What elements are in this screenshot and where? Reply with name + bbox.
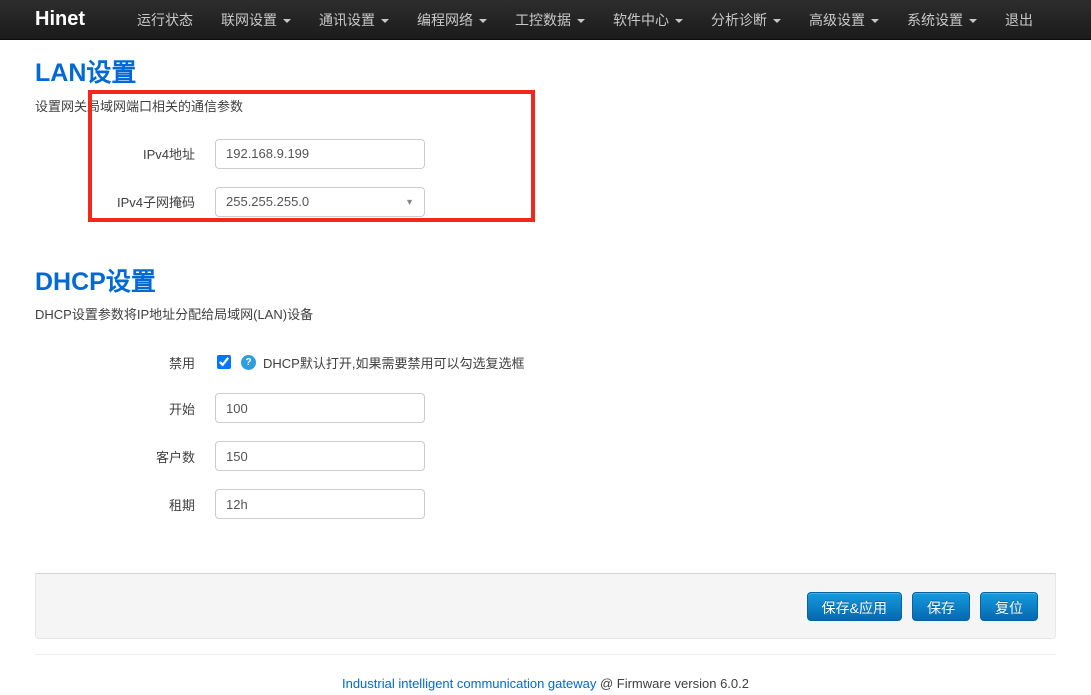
dhcp-section-title: DHCP设置	[35, 269, 1056, 297]
lan-settings-section: LAN设置 设置网关局域网端口相关的通信参数 IPv4地址 IPv4子网掩码 2…	[35, 60, 1056, 217]
dhcp-limit-row: 客户数	[35, 441, 1056, 471]
chevron-down-icon	[381, 19, 389, 23]
nav-item-label: 软件中心	[613, 10, 669, 30]
nav-item-label: 高级设置	[809, 10, 865, 30]
dhcp-disable-help-text: DHCP默认打开,如果需要禁用可以勾选复选框	[263, 353, 524, 372]
nav-menu: 运行状态 联网设置 通讯设置 编程网络 工控数据 软件中心 分析诊断 高级设置	[123, 0, 1047, 40]
nav-item-software-center[interactable]: 软件中心	[599, 0, 697, 40]
dhcp-lease-label: 租期	[35, 495, 215, 514]
chevron-down-icon	[283, 19, 291, 23]
reset-button[interactable]: 复位	[980, 592, 1038, 621]
dhcp-start-input[interactable]	[215, 393, 425, 423]
nav-item-label: 系统设置	[907, 10, 963, 30]
chevron-down-icon	[479, 19, 487, 23]
dhcp-disable-row: 禁用 ? DHCP默认打开,如果需要禁用可以勾选复选框	[35, 347, 1056, 377]
brand-logo[interactable]: Hinet	[35, 8, 85, 31]
dhcp-lease-row: 租期	[35, 489, 1056, 519]
lan-section-title: LAN设置	[35, 60, 1056, 88]
lan-section-subtitle: 设置网关局域网端口相关的通信参数	[35, 96, 1056, 115]
help-icon: ?	[241, 355, 256, 370]
nav-item-label: 联网设置	[221, 10, 277, 30]
dhcp-settings-section: DHCP设置 DHCP设置参数将IP地址分配给局域网(LAN)设备 禁用 ? D…	[35, 269, 1056, 520]
top-navbar: Hinet 运行状态 联网设置 通讯设置 编程网络 工控数据 软件中心 分析诊断	[0, 0, 1091, 40]
save-apply-button[interactable]: 保存&应用	[807, 592, 902, 621]
nav-item-analysis-diagnosis[interactable]: 分析诊断	[697, 0, 795, 40]
dhcp-limit-input[interactable]	[215, 441, 425, 471]
dhcp-section-subtitle: DHCP设置参数将IP地址分配给局域网(LAN)设备	[35, 304, 1056, 323]
chevron-down-icon	[871, 19, 879, 23]
gateway-footer-link[interactable]: Industrial intelligent communication gat…	[342, 676, 596, 691]
ipv4-netmask-selected-value: 255.255.255.0	[226, 194, 309, 209]
dhcp-disable-checkbox[interactable]	[217, 355, 231, 369]
nav-item-system-settings[interactable]: 系统设置	[893, 0, 991, 40]
nav-item-advanced-settings[interactable]: 高级设置	[795, 0, 893, 40]
nav-item-label: 运行状态	[137, 10, 193, 30]
firmware-version-text: @ Firmware version 6.0.2	[600, 676, 749, 691]
nav-item-industrial-data[interactable]: 工控数据	[501, 0, 599, 40]
dhcp-lease-input[interactable]	[215, 489, 425, 519]
main-content: LAN设置 设置网关局域网端口相关的通信参数 IPv4地址 IPv4子网掩码 2…	[0, 40, 1091, 519]
nav-item-comm-settings[interactable]: 通讯设置	[305, 0, 403, 40]
nav-item-label: 通讯设置	[319, 10, 375, 30]
dhcp-disable-label: 禁用	[35, 353, 215, 372]
chevron-down-icon	[773, 19, 781, 23]
footer-divider	[35, 654, 1056, 655]
nav-item-programming-network[interactable]: 编程网络	[403, 0, 501, 40]
nav-item-network-settings[interactable]: 联网设置	[207, 0, 305, 40]
dhcp-form: 禁用 ? DHCP默认打开,如果需要禁用可以勾选复选框 开始 客户数 租期	[35, 347, 1056, 519]
nav-item-run-status[interactable]: 运行状态	[123, 0, 207, 40]
chevron-down-icon	[577, 19, 585, 23]
dhcp-start-row: 开始	[35, 393, 1056, 423]
nav-item-label: 退出	[1005, 10, 1033, 30]
ipv4-netmask-select[interactable]: 255.255.255.0 ▼	[215, 187, 425, 217]
ipv4-address-input[interactable]	[215, 139, 425, 169]
dhcp-start-label: 开始	[35, 399, 215, 418]
ipv4-netmask-row: IPv4子网掩码 255.255.255.0 ▼	[35, 187, 1056, 217]
nav-item-label: 分析诊断	[711, 10, 767, 30]
nav-item-label: 编程网络	[417, 10, 473, 30]
save-button[interactable]: 保存	[912, 592, 970, 621]
ipv4-address-row: IPv4地址	[35, 139, 1056, 169]
chevron-down-icon	[969, 19, 977, 23]
ipv4-netmask-label: IPv4子网掩码	[35, 192, 215, 211]
ipv4-address-label: IPv4地址	[35, 144, 215, 163]
action-bar: 保存&应用 保存 复位	[35, 573, 1056, 639]
select-caret-icon: ▼	[405, 197, 414, 207]
nav-item-logout[interactable]: 退出	[991, 0, 1047, 40]
chevron-down-icon	[675, 19, 683, 23]
nav-item-label: 工控数据	[515, 10, 571, 30]
page-footer: Industrial intelligent communication gat…	[0, 676, 1091, 691]
dhcp-limit-label: 客户数	[35, 447, 215, 466]
lan-form: IPv4地址 IPv4子网掩码 255.255.255.0 ▼	[35, 139, 1056, 217]
